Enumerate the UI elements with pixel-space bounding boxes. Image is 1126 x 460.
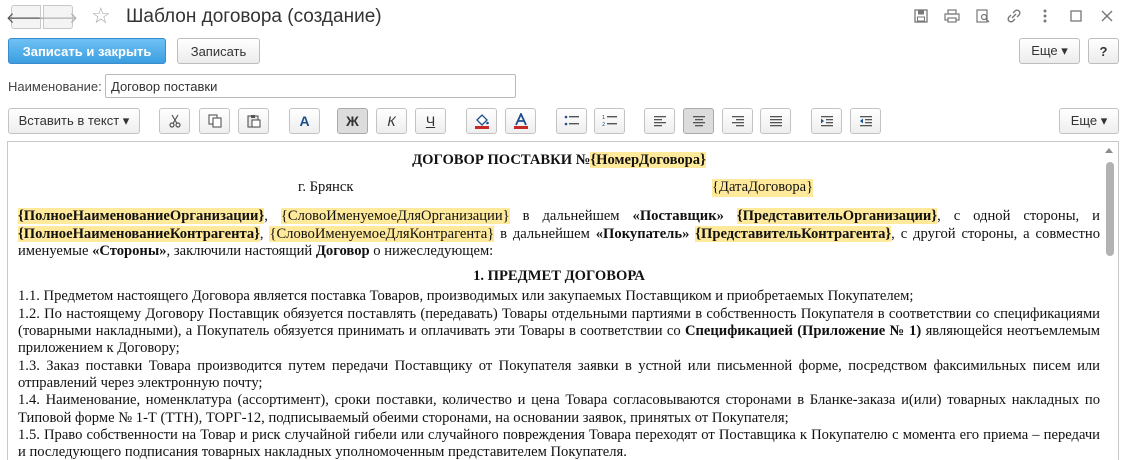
cut-icon <box>168 114 181 128</box>
contract-heading: ДОГОВОР ПОСТАВКИ №{НомерДоговора} <box>412 152 706 168</box>
intro-paragraph: {ПолноеНаименованиеОрганизации}, {СловоИ… <box>18 208 1100 259</box>
help-button[interactable]: ? <box>1088 38 1119 64</box>
field-contract-date: {ДатаДоговора} <box>712 179 814 197</box>
bulleted-list-button[interactable] <box>556 108 587 134</box>
align-center-icon <box>692 116 705 127</box>
paint-bucket-icon <box>474 114 489 129</box>
align-right-button[interactable] <box>722 108 753 134</box>
window-title: Шаблон договора (создание) <box>126 6 382 27</box>
link-icon[interactable] <box>1003 6 1025 26</box>
star-icon[interactable]: ☆ <box>91 4 111 28</box>
font-button[interactable]: A <box>289 108 320 134</box>
numbered-list-button[interactable]: 12 <box>594 108 625 134</box>
align-left-button[interactable] <box>644 108 675 134</box>
section-title: 1. ПРЕДМЕТ ДОГОВОРА <box>473 268 645 285</box>
bold-button[interactable]: Ж <box>337 108 368 134</box>
field-contr-full: {ПолноеНаименованиеКонтрагента} <box>18 225 260 242</box>
more-button[interactable]: Еще ▾ <box>1019 38 1080 64</box>
write-button[interactable]: Записать <box>177 38 260 64</box>
paste-icon <box>246 115 261 128</box>
align-center-button[interactable] <box>683 108 714 134</box>
field-org-rep: {ПредставительОрганизации} <box>736 208 938 225</box>
bullet-list-icon <box>564 115 579 126</box>
name-label: Наименование: <box>8 79 102 94</box>
cut-button[interactable] <box>159 108 190 134</box>
indent-icon <box>820 116 833 127</box>
align-left-icon <box>653 116 666 127</box>
city-text: г. Брянск <box>298 179 354 196</box>
clause-1-2: 1.2. По настоящему Договору Поставщик об… <box>18 305 1100 357</box>
save-icon[interactable] <box>910 6 932 26</box>
city-date-row: г. Брянск {ДатаДоговора} <box>18 179 1100 197</box>
svg-text:1: 1 <box>602 115 605 121</box>
maximize-icon[interactable] <box>1065 6 1087 26</box>
increase-indent-button[interactable] <box>811 108 842 134</box>
clause-1-5: 1.5. Право собственности на Товар и риск… <box>18 426 1100 460</box>
field-contr-rep: {ПредставительКонтрагента} <box>695 225 892 242</box>
field-contr-named: {СловоИменуемоеДляКонтрагента} <box>269 225 495 242</box>
field-contract-number: {НомерДоговора} <box>590 152 706 168</box>
forward-button[interactable]: 🡒 <box>38 5 78 29</box>
font-color-button[interactable] <box>505 108 536 134</box>
print-icon[interactable] <box>941 6 963 26</box>
arrow-right-icon: 🡒 <box>37 9 79 27</box>
preview-icon[interactable] <box>972 6 994 26</box>
outdent-icon <box>859 116 872 127</box>
align-justify-icon <box>769 116 782 127</box>
name-input[interactable] <box>105 74 516 98</box>
underline-button[interactable]: Ч <box>415 108 446 134</box>
fill-color-button[interactable] <box>466 108 497 134</box>
copy-icon <box>207 114 222 128</box>
italic-button[interactable]: К <box>376 108 407 134</box>
document-content[interactable]: ДОГОВОР ПОСТАВКИ №{НомерДоговора} г. Бря… <box>18 152 1100 460</box>
decrease-indent-button[interactable] <box>850 108 881 134</box>
write-and-close-button[interactable]: Записать и закрыть <box>8 38 166 64</box>
toolbar-more-button[interactable]: Еще ▾ <box>1059 108 1119 134</box>
numbered-list-icon: 12 <box>602 115 617 128</box>
title-bar: 🡐 🡒 ☆ Шаблон договора (создание) <box>0 0 1126 34</box>
insert-in-text-button[interactable]: Вставить в текст ▾ <box>8 108 140 134</box>
field-org-full: {ПолноеНаименованиеОрганизации} <box>18 208 265 225</box>
paste-button[interactable] <box>238 108 269 134</box>
justify-button[interactable] <box>760 108 791 134</box>
clause-1-1: 1.1. Предметом настоящего Договора являе… <box>18 288 914 305</box>
more-vertical-icon[interactable] <box>1034 6 1056 26</box>
close-icon[interactable] <box>1096 6 1118 26</box>
document-editor[interactable]: ДОГОВОР ПОСТАВКИ №{НомерДоговора} г. Бря… <box>7 141 1119 460</box>
clause-1-3: 1.3. Заказ поставки Товара производится … <box>18 357 1100 391</box>
back-button[interactable]: 🡐 <box>6 5 46 29</box>
copy-button[interactable] <box>199 108 230 134</box>
scroll-up-icon[interactable] <box>1105 148 1113 153</box>
field-org-named: {СловоИменуемоеДляОрганизации} <box>280 208 510 225</box>
svg-text:2: 2 <box>602 122 605 128</box>
font-color-icon <box>513 113 528 129</box>
clause-1-4: 1.4. Наименование, номенклатура (ассорти… <box>18 392 1100 426</box>
vertical-scrollbar[interactable] <box>1102 142 1118 460</box>
scroll-thumb[interactable] <box>1106 162 1114 256</box>
align-right-icon <box>731 116 744 127</box>
